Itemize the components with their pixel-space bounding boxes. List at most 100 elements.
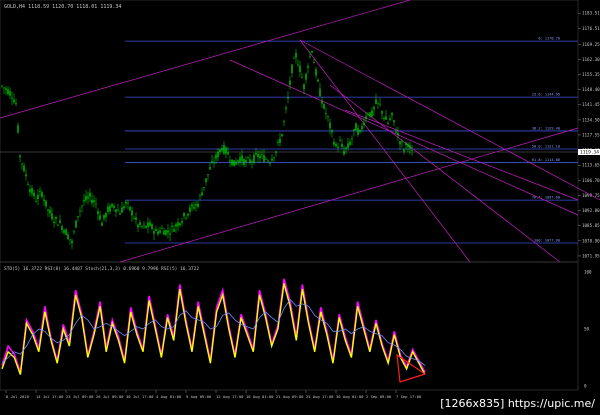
candle-body bbox=[165, 230, 167, 235]
candle-body bbox=[351, 138, 353, 140]
candle-body bbox=[149, 222, 151, 226]
candle-body bbox=[231, 159, 233, 166]
candle-body bbox=[19, 155, 21, 158]
chart-title: GOLD,H4 1118.59 1120.70 1118.01 1119.34 bbox=[4, 4, 121, 10]
candle-body bbox=[159, 230, 161, 233]
candle-body bbox=[239, 157, 241, 163]
price-tick-label: 1155.35 bbox=[582, 72, 600, 77]
candle-body bbox=[75, 220, 77, 228]
candle-body bbox=[275, 151, 277, 153]
candle-body bbox=[297, 64, 299, 66]
candle-body bbox=[15, 103, 17, 105]
candle-body bbox=[369, 112, 371, 117]
candle-body bbox=[29, 189, 31, 193]
candle-body bbox=[411, 150, 413, 151]
candle-body bbox=[167, 230, 169, 233]
candle-body bbox=[203, 187, 205, 189]
candle-body bbox=[321, 100, 323, 104]
price-tick-label: 1078.90 bbox=[582, 238, 600, 243]
candle-body bbox=[31, 188, 33, 194]
candle-body bbox=[407, 144, 409, 147]
candle-body bbox=[357, 128, 359, 135]
candle-body bbox=[23, 165, 25, 172]
candle-body bbox=[223, 145, 225, 154]
candle-body bbox=[53, 221, 55, 223]
candle-body bbox=[9, 91, 11, 96]
candle-body bbox=[71, 240, 73, 244]
price-tick-label: 1127.55 bbox=[582, 132, 600, 137]
candle-body bbox=[143, 224, 145, 226]
trading-chart[interactable]: GOLD,H4 1118.59 1120.70 1118.01 1119.34 … bbox=[0, 0, 600, 415]
candle-body bbox=[5, 88, 7, 90]
candle-body bbox=[171, 225, 173, 227]
candle-body bbox=[379, 103, 381, 105]
candle-body bbox=[277, 141, 279, 143]
candle-body bbox=[157, 231, 159, 235]
candle-body bbox=[69, 239, 71, 241]
candle-body bbox=[335, 143, 337, 147]
candle-body bbox=[263, 155, 265, 162]
price-tick-label: 1148.40 bbox=[582, 87, 600, 92]
candle-body bbox=[109, 205, 111, 212]
time-tick-label: 26 Jul 09:00 bbox=[96, 394, 124, 399]
price-tick-label: 1106.70 bbox=[582, 178, 600, 183]
candle-body bbox=[355, 123, 357, 131]
time-tick-label: 2 Sep 09:00 bbox=[366, 394, 392, 399]
candle-body bbox=[227, 152, 229, 155]
candle-body bbox=[353, 129, 355, 131]
candle-body bbox=[87, 196, 89, 199]
candle-body bbox=[329, 122, 331, 129]
candle-body bbox=[47, 209, 49, 211]
candle-body bbox=[375, 99, 377, 104]
candle-body bbox=[135, 217, 137, 220]
candle-body bbox=[345, 147, 347, 149]
candle-body bbox=[261, 154, 263, 156]
candle-body bbox=[343, 150, 345, 155]
candle-body bbox=[279, 138, 281, 143]
candle-body bbox=[121, 207, 123, 213]
price-tick-label: 1162.30 bbox=[582, 57, 600, 62]
price-tick-label: 1176.51 bbox=[582, 26, 600, 31]
candle-body bbox=[295, 53, 297, 58]
candle-body bbox=[189, 207, 191, 212]
candle-body bbox=[237, 160, 239, 163]
candle-body bbox=[401, 141, 403, 143]
candle-body bbox=[163, 230, 165, 235]
fib-label: 0: 1170.70 bbox=[538, 37, 560, 41]
candle-body bbox=[403, 149, 405, 152]
candle-body bbox=[365, 116, 367, 119]
candle-body bbox=[79, 210, 81, 212]
candle-body bbox=[399, 141, 401, 145]
candle-body bbox=[205, 178, 207, 182]
candle-body bbox=[311, 50, 313, 53]
fib-label: 23.6: 1144.95 bbox=[532, 93, 560, 97]
candle-body bbox=[191, 204, 193, 207]
candle-body bbox=[161, 228, 163, 230]
candle-body bbox=[155, 229, 157, 231]
fib-label: 61.8: 1114.86 bbox=[532, 158, 560, 162]
candle-body bbox=[363, 122, 365, 125]
candle-body bbox=[169, 233, 171, 235]
candle-body bbox=[187, 213, 189, 216]
candle-body bbox=[377, 102, 379, 104]
candle-body bbox=[241, 155, 243, 162]
candle-body bbox=[195, 204, 197, 206]
candle-body bbox=[67, 234, 69, 240]
candle-body bbox=[287, 97, 289, 99]
candle-body bbox=[393, 120, 395, 123]
candle-body bbox=[133, 217, 135, 219]
candle-body bbox=[83, 200, 85, 202]
time-tick-label: 30 Aug 01:00 bbox=[336, 394, 364, 399]
candle-body bbox=[77, 216, 79, 218]
candle-body bbox=[253, 154, 255, 163]
candle-body bbox=[73, 231, 75, 233]
candle-body bbox=[249, 159, 251, 163]
candle-body bbox=[265, 158, 267, 160]
candle-body bbox=[333, 141, 335, 145]
candle-body bbox=[197, 203, 199, 208]
candle-body bbox=[331, 130, 333, 133]
time-tick-label: 18 Aug 01:00 bbox=[246, 394, 274, 399]
candle-body bbox=[97, 211, 99, 215]
candle-body bbox=[337, 146, 339, 149]
candle-body bbox=[3, 87, 5, 89]
